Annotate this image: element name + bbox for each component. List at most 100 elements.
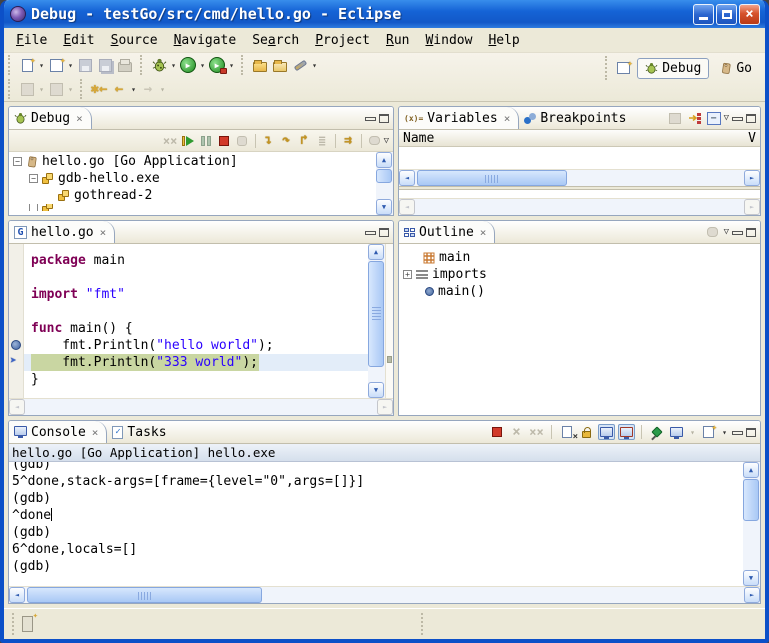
scroll-left-icon[interactable]: ◄	[9, 587, 25, 603]
step-over-button[interactable]: ↷	[278, 133, 295, 149]
previous-annotation-dropdown[interactable]: ▾	[66, 85, 75, 94]
tab-outline[interactable]: Outline ×	[399, 221, 495, 243]
disconnect-button[interactable]	[234, 133, 251, 149]
forward-dropdown[interactable]: ▾	[158, 85, 167, 94]
debug-dropdown[interactable]: ▾	[169, 61, 178, 70]
open-folder-button[interactable]	[271, 56, 289, 74]
remove-all-launches-button[interactable]: ××	[528, 424, 545, 440]
show-stderr-button[interactable]	[618, 424, 635, 440]
open-console-button[interactable]: ✦	[700, 424, 717, 440]
restart-button[interactable]	[366, 133, 383, 149]
open-console-dropdown[interactable]: ▾	[720, 428, 729, 437]
last-edit-location-button[interactable]: ✱←	[90, 80, 108, 98]
minimize-view-button[interactable]	[732, 117, 743, 121]
next-annotation-button[interactable]	[18, 80, 36, 98]
perspective-debug-button[interactable]: Debug	[637, 58, 709, 79]
tab-debug[interactable]: Debug ×	[9, 107, 92, 129]
resume-button[interactable]	[180, 133, 197, 149]
variables-table-body[interactable]	[399, 147, 760, 169]
new-dropdown[interactable]: ▾	[37, 61, 46, 70]
menu-run[interactable]: Run	[378, 31, 417, 50]
code-area[interactable]: package main import "fmt" func main() { …	[24, 244, 368, 398]
close-tab-icon[interactable]: ×	[92, 426, 99, 439]
minimize-button[interactable]	[693, 4, 714, 25]
debug-node-launch[interactable]: − hello.go [Go Application]	[9, 153, 376, 170]
maximize-view-button[interactable]	[746, 428, 756, 437]
save-button[interactable]	[76, 56, 94, 74]
step-into-button[interactable]: ↴	[260, 133, 277, 149]
remove-terminated-button[interactable]: ××	[162, 133, 179, 149]
maximize-view-button[interactable]	[746, 228, 756, 237]
minimize-view-button[interactable]	[732, 231, 743, 235]
add-global-variables-button[interactable]	[687, 110, 704, 126]
menu-navigate[interactable]: Navigate	[166, 31, 245, 50]
new-button[interactable]: ✦	[18, 56, 36, 74]
tab-breakpoints[interactable]: Breakpoints	[519, 107, 634, 129]
menu-help[interactable]: Help	[480, 31, 527, 50]
debug-node-process[interactable]: − gdb-hello.exe	[9, 170, 376, 187]
tab-variables[interactable]: (x)= Variables ×	[399, 107, 519, 129]
view-menu-icon[interactable]: ▽	[384, 136, 389, 146]
scroll-up-icon[interactable]: ▲	[743, 462, 759, 478]
tab-hello-go[interactable]: G hello.go ×	[9, 221, 115, 243]
tab-console[interactable]: Console ×	[9, 421, 107, 443]
view-menu-icon[interactable]: ▽	[724, 113, 729, 123]
terminate-console-button[interactable]	[488, 424, 505, 440]
outline-tree[interactable]: main + imports main()	[399, 244, 760, 415]
debug-tree-scrollbar[interactable]: ▲ ▼	[376, 152, 393, 215]
menu-project[interactable]: Project	[307, 31, 378, 50]
step-return-button[interactable]: ↱	[296, 133, 313, 149]
maximize-button[interactable]	[716, 4, 737, 25]
expand-icon[interactable]: +	[403, 270, 412, 279]
step-filters-button[interactable]: ⇉	[340, 133, 357, 149]
debug-node-clipped[interactable]	[9, 204, 376, 211]
maximize-view-button[interactable]	[379, 228, 389, 237]
new-wizard-dropdown[interactable]: ▾	[66, 61, 75, 70]
menu-window[interactable]: Window	[417, 31, 480, 50]
show-stdout-button[interactable]	[598, 424, 615, 440]
editor-hscrollbar[interactable]: ◄ ►	[9, 398, 393, 415]
outline-item-main-func[interactable]: main()	[399, 283, 760, 300]
maximize-view-button[interactable]	[379, 114, 389, 123]
menu-edit[interactable]: Edit	[55, 31, 102, 50]
external-tools-button[interactable]: ▶	[208, 56, 226, 74]
close-tab-icon[interactable]: ×	[480, 226, 487, 239]
close-tab-icon[interactable]: ×	[504, 112, 511, 125]
maximize-view-button[interactable]	[746, 114, 756, 123]
menu-search[interactable]: Search	[244, 31, 307, 50]
run-button[interactable]: ▶	[179, 56, 197, 74]
fast-view-button[interactable]	[22, 616, 33, 632]
scroll-down-icon[interactable]: ▼	[743, 570, 759, 586]
search-button[interactable]	[291, 56, 309, 74]
collapse-all-button[interactable]: −	[707, 112, 721, 125]
suspend-button[interactable]	[198, 133, 215, 149]
print-button[interactable]	[116, 56, 134, 74]
debug-node-thread[interactable]: gothread-2	[9, 187, 376, 204]
breakpoint-icon[interactable]	[11, 340, 21, 350]
view-menu-icon[interactable]: ▽	[724, 227, 729, 237]
save-all-button[interactable]	[96, 56, 114, 74]
scroll-down-icon[interactable]: ▼	[368, 382, 384, 398]
external-tools-dropdown[interactable]: ▾	[227, 61, 236, 70]
collapse-icon[interactable]: −	[13, 157, 22, 166]
scroll-up-icon[interactable]: ▲	[376, 152, 392, 168]
variables-table-header[interactable]: Name V	[399, 130, 760, 147]
show-type-names-button[interactable]	[667, 110, 684, 126]
editor-marker-bar[interactable]: ➤	[9, 244, 24, 398]
next-annotation-dropdown[interactable]: ▾	[37, 85, 46, 94]
variables-detail-hscrollbar[interactable]: ◄ ►	[399, 198, 760, 215]
variables-hscrollbar[interactable]: ◄ ►	[399, 169, 760, 186]
minimize-view-button[interactable]	[732, 431, 743, 435]
forward-button[interactable]: →	[139, 80, 157, 98]
scroll-lock-button[interactable]	[578, 424, 595, 440]
terminate-button[interactable]	[216, 133, 233, 149]
open-resource-button[interactable]	[251, 56, 269, 74]
back-dropdown[interactable]: ▾	[129, 85, 138, 94]
menu-source[interactable]: Source	[103, 31, 166, 50]
search-dropdown[interactable]: ▾	[310, 61, 319, 70]
run-dropdown[interactable]: ▾	[198, 61, 207, 70]
minimize-view-button[interactable]	[365, 117, 376, 121]
display-console-dropdown[interactable]: ▾	[688, 428, 697, 437]
overview-ruler[interactable]	[385, 244, 393, 398]
editor-vscrollbar[interactable]: ▲ ▼	[368, 244, 385, 398]
